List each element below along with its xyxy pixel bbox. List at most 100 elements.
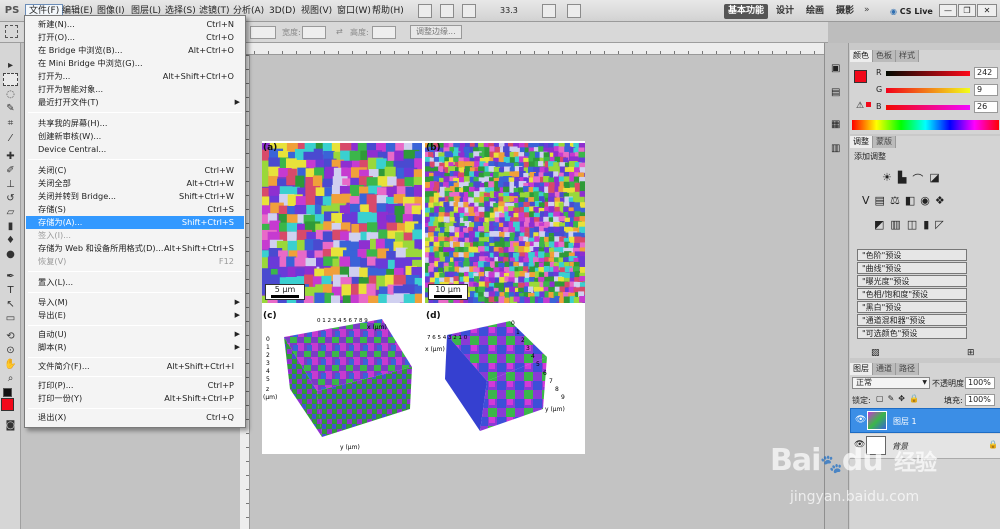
menu-item-export[interactable]: 导出(E) ▶	[26, 309, 244, 322]
visibility-eye-icon[interactable]: 👁	[855, 415, 866, 425]
info-panel-icon[interactable]: ▦	[831, 119, 840, 130]
cs-live-button[interactable]: ◉ CS Live	[890, 4, 933, 19]
r-value[interactable]: 242	[974, 67, 998, 79]
arrange-docs-icon[interactable]	[542, 4, 556, 18]
shape-tool-icon[interactable]: ▭	[3, 312, 18, 325]
quick-select-tool-icon[interactable]: ✎	[3, 102, 18, 115]
screen-mode-icon[interactable]	[567, 4, 581, 18]
workspace-photography[interactable]: 摄影	[832, 4, 858, 19]
menu-item-check-in[interactable]: 签入(I)...	[26, 229, 244, 242]
zoom-tool-icon[interactable]: ⌕	[3, 372, 18, 385]
menu-item-revert[interactable]: 恢复(V) F12	[26, 255, 244, 268]
crop-tool-icon[interactable]: ⌗	[3, 117, 18, 130]
menu-item-device-central[interactable]: Device Central...	[26, 143, 244, 156]
tab-styles[interactable]: 样式	[896, 50, 919, 62]
menu-item-print[interactable]: 打印(P)... Ctrl+P	[26, 379, 244, 392]
menu-view[interactable]: 视图(V)	[298, 4, 335, 19]
warning-color-chip[interactable]	[866, 102, 871, 107]
bridge-icon[interactable]	[418, 4, 432, 18]
more-workspaces-icon[interactable]: »	[864, 5, 870, 15]
history-panel-icon[interactable]: ▣	[831, 63, 840, 74]
color-panel-fg-swatch[interactable]	[854, 70, 867, 83]
preset-channel-mixer[interactable]: "通道混和器"预设	[857, 314, 967, 326]
tab-color[interactable]: 颜色	[850, 50, 873, 62]
warning-icon[interactable]: ⚠	[856, 101, 864, 111]
menu-item-new[interactable]: 新建(N)... Ctrl+N	[26, 18, 244, 31]
menu-item-create-review[interactable]: 创建新审核(W)...	[26, 130, 244, 143]
type-tool-icon[interactable]: T	[3, 284, 18, 297]
menu-window[interactable]: 窗口(W)	[334, 4, 374, 19]
default-colors-icon[interactable]	[3, 388, 12, 397]
width-field[interactable]	[302, 26, 326, 39]
menu-item-close-all[interactable]: 关闭全部 Alt+Ctrl+W	[26, 177, 244, 190]
adjust-layer-icon[interactable]: ▨	[871, 348, 880, 358]
marquee-preset-icon[interactable]	[5, 25, 18, 38]
b-slider[interactable]	[886, 105, 970, 110]
adjust-delete-icon[interactable]: ⊞	[967, 348, 975, 358]
levels-icon[interactable]: ▙	[898, 171, 906, 187]
menu-item-save-as[interactable]: 存储为(A)... Shift+Ctrl+S	[26, 216, 244, 229]
hand-view-icon[interactable]	[462, 4, 476, 18]
curves-icon[interactable]: ⌒	[912, 171, 923, 187]
layer-row-1[interactable]: 👁 图层 1	[850, 408, 1000, 433]
actions-panel-icon[interactable]: ▤	[831, 87, 840, 98]
mini-bridge-icon[interactable]	[440, 4, 454, 18]
tab-masks[interactable]: 蒙版	[873, 136, 896, 148]
lock-transparency-icon[interactable]: ▢	[876, 394, 884, 403]
menu-item-share-screen[interactable]: 共享我的屏幕(H)...	[26, 117, 244, 130]
restore-button[interactable]: ❐	[958, 4, 976, 17]
blur-tool-icon[interactable]: ♦	[3, 234, 18, 247]
preset-hue-saturation[interactable]: "色相/饱和度"预设	[857, 288, 967, 300]
opacity-field[interactable]: 100%	[965, 377, 995, 389]
eraser-tool-icon[interactable]: ▱	[3, 206, 18, 219]
close-button[interactable]: ✕	[977, 4, 997, 17]
exposure-icon[interactable]: ◪	[929, 171, 939, 187]
3d-orbit-icon[interactable]: ⊙	[3, 344, 18, 357]
channel-mixer-icon[interactable]: ❖	[935, 194, 945, 207]
menu-item-automate[interactable]: 自动(U) ▶	[26, 328, 244, 341]
tab-paths[interactable]: 路径	[896, 363, 919, 375]
menu-item-print-one-copy[interactable]: 打印一份(Y) Alt+Shift+Ctrl+P	[26, 392, 244, 405]
workspace-painting[interactable]: 绘画	[802, 4, 828, 19]
color-balance-icon[interactable]: ⚖	[890, 194, 900, 207]
preset-curves[interactable]: "曲线"预设	[857, 262, 967, 274]
menu-item-browse-bridge[interactable]: 在 Bridge 中浏览(B)... Alt+Ctrl+O	[26, 44, 244, 57]
zoom-level[interactable]: 33.3	[500, 6, 518, 15]
workspace-design[interactable]: 设计	[772, 4, 798, 19]
posterize-icon[interactable]: ▥	[890, 218, 900, 231]
menu-item-close[interactable]: 关闭(C) Ctrl+W	[26, 164, 244, 177]
tab-layers[interactable]: 图层	[850, 363, 873, 375]
healing-brush-icon[interactable]: ✚	[3, 150, 18, 163]
lock-pixels-icon[interactable]: ✎	[888, 394, 895, 403]
blend-mode-select[interactable]: 正常 ▼	[852, 377, 930, 389]
refine-edge-button[interactable]: 调整边缘...	[410, 25, 462, 39]
menu-item-file-info[interactable]: 文件简介(F)... Alt+Shift+Ctrl+I	[26, 360, 244, 373]
black-white-icon[interactable]: ◧	[905, 194, 915, 207]
menu-item-browse-mini-bridge[interactable]: 在 Mini Bridge 中浏览(G)...	[26, 57, 244, 70]
color-spectrum-bar[interactable]	[852, 120, 999, 130]
document-canvas[interactable]: (a) 5 μm (b) 10 μm (c) 0 1 2 3 4 5 6 7 8…	[262, 141, 585, 454]
marquee-tool-icon[interactable]	[3, 73, 18, 86]
layer-1-name[interactable]: 图层 1	[893, 416, 917, 427]
selective-color-icon[interactable]: ◸	[935, 218, 943, 231]
hand-tool-icon[interactable]: ✋	[3, 358, 18, 371]
hue-saturation-icon[interactable]: ▤	[875, 194, 885, 207]
menu-help[interactable]: 帮助(H)	[369, 4, 407, 19]
path-select-icon[interactable]: ↖	[3, 298, 18, 311]
lock-all-icon[interactable]: 🔒	[909, 394, 919, 403]
preset-levels[interactable]: "色阶"预设	[857, 249, 967, 261]
preset-selective-color[interactable]: "可选颜色"预设	[857, 327, 967, 339]
menu-item-open-smart-object[interactable]: 打开为智能对象...	[26, 83, 244, 96]
photo-filter-icon[interactable]: ◉	[920, 194, 930, 207]
foreground-color-swatch[interactable]	[1, 398, 14, 411]
swap-icon[interactable]: ⇄	[336, 27, 343, 36]
3d-rotate-icon[interactable]: ⟲	[3, 330, 18, 343]
style-select[interactable]	[250, 26, 276, 39]
tab-adjustments[interactable]: 调整	[850, 136, 873, 148]
menu-item-save[interactable]: 存储(S) Ctrl+S	[26, 203, 244, 216]
lasso-tool-icon[interactable]: ◌	[3, 88, 18, 101]
preset-exposure[interactable]: "曝光度"预设	[857, 275, 967, 287]
menu-item-open[interactable]: 打开(O)... Ctrl+O	[26, 31, 244, 44]
workspace-essentials[interactable]: 基本功能	[724, 4, 769, 19]
minimize-button[interactable]: —	[939, 4, 957, 17]
